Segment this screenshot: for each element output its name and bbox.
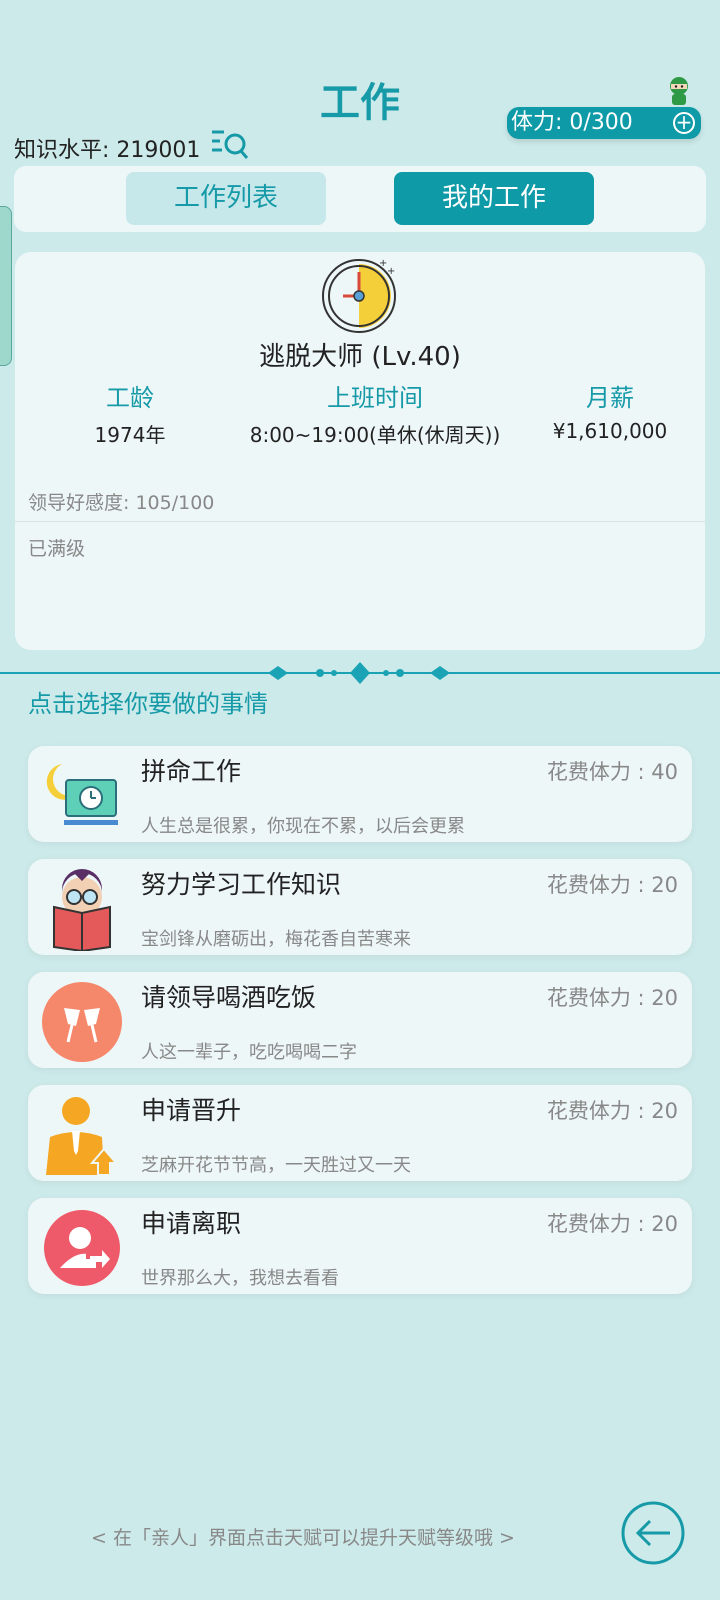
action-hard-work[interactable]: 拼命工作 花费体力 : 40 人生总是很累，你现在不累，以后会更累 [28,746,692,842]
promotion-icon [46,1097,119,1176]
tab-my-job[interactable]: 我的工作 [394,172,594,225]
stat-salary: 月薪 ¥1,610,000 [525,378,695,443]
tab-bar: 工作列表 我的工作 [14,166,706,232]
action-name: 申请晋升 [141,1096,242,1125]
action-name: 申请离职 [141,1209,242,1238]
stat-value: 1974年 [94,423,166,447]
stat-work-hours: 上班时间 8:00~19:00(单休(休周天)) [225,378,525,448]
ninja-avatar-icon[interactable] [666,76,692,106]
action-promotion[interactable]: 申请晋升 花费体力 : 20 芝麻开花节节高，一天胜过又一天 [28,1085,692,1181]
resign-icon [44,1210,120,1286]
boss-favor: 领导好感度: 105/100 [28,492,215,514]
stat-label: 上班时间 [327,384,423,412]
action-name: 拼命工作 [141,757,242,786]
stamina-text: 体力: 0/300 [511,110,633,135]
wine-toast-icon [42,982,122,1062]
action-cost: 花费体力 : 20 [546,1212,678,1236]
action-prompt: 点击选择你要做的事情 [28,690,268,718]
back-arrow-icon[interactable] [620,1500,686,1566]
action-name: 努力学习工作知识 [141,870,342,899]
action-name: 请领导喝酒吃饭 [141,983,317,1012]
action-study[interactable]: 努力学习工作知识 花费体力 : 20 宝剑锋从磨砺出，梅花香自苦寒来 [28,859,692,955]
ornament-divider [0,662,720,684]
stat-value: ¥1,610,000 [552,419,668,443]
night-work-icon [46,764,118,825]
stat-label: 工龄 [106,384,154,412]
tip-text: < 在「亲人」界面点击天赋可以提升天赋等级哦 > [91,1527,515,1549]
job-name: 逃脱大师 (Lv.40) [259,342,461,372]
action-cost: 花费体力 : 20 [546,873,678,897]
divider [15,521,705,522]
action-cost: 花费体力 : 20 [546,1099,678,1123]
add-stamina-button[interactable]: + [673,112,695,134]
stat-seniority: 工龄 1974年 [45,378,215,448]
search-list-icon[interactable] [210,126,254,162]
tab-job-list[interactable]: 工作列表 [126,172,326,225]
clock-icon: + + [322,258,396,333]
side-drawer-handle[interactable] [0,206,12,366]
action-desc: 世界那么大，我想去看看 [141,1268,339,1289]
svg-text:+: + [387,266,395,277]
job-card: + + 逃脱大师 (Lv.40) 工龄 1974年 上班时间 8:00~19:0… [15,252,705,650]
action-cost: 花费体力 : 20 [546,986,678,1010]
stat-label: 月薪 [586,384,634,412]
action-desc: 人生总是很累，你现在不累，以后会更累 [141,816,465,837]
stamina-bar: 体力: 0/300 + [507,107,701,139]
action-desc: 宝剑锋从磨砺出，梅花香自苦寒来 [141,929,411,950]
action-desc: 芝麻开花节节高，一天胜过又一天 [141,1155,411,1176]
level-status: 已满级 [28,538,86,560]
stat-value: 8:00~19:00(单休(休周天)) [249,423,501,447]
action-treat-boss[interactable]: 请领导喝酒吃饭 花费体力 : 20 人这一辈子，吃吃喝喝二字 [28,972,692,1068]
action-cost: 花费体力 : 40 [546,760,678,784]
action-resign[interactable]: 申请离职 花费体力 : 20 世界那么大，我想去看看 [28,1198,692,1294]
knowledge-level: 知识水平: 219001 [14,138,201,163]
study-book-icon [53,869,111,951]
action-desc: 人这一辈子，吃吃喝喝二字 [141,1042,357,1063]
